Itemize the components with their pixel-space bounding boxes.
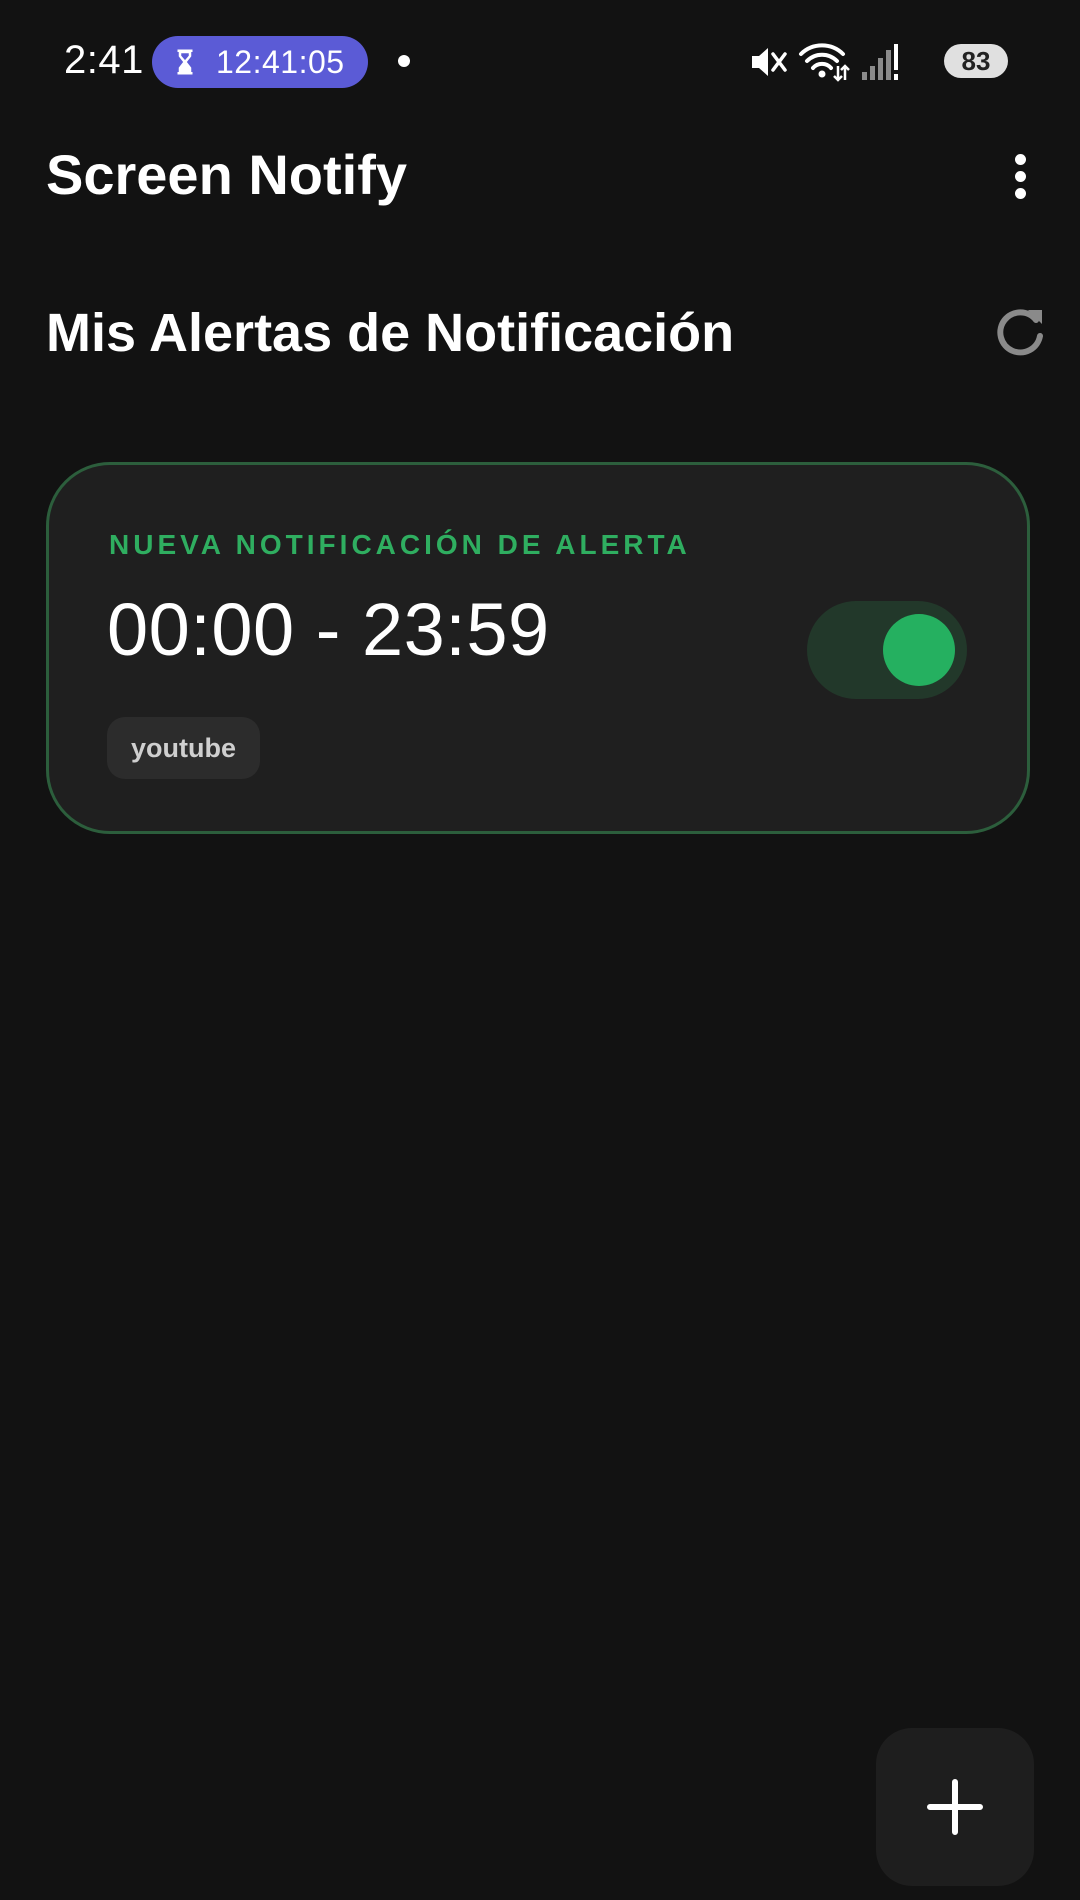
signal-icon	[862, 44, 898, 80]
battery-icon: 83	[944, 44, 1008, 78]
more-vert-icon	[1015, 154, 1026, 165]
more-options-button[interactable]	[996, 146, 1044, 206]
refresh-icon	[997, 309, 1043, 356]
timer-text: 12:41:05	[216, 44, 345, 80]
plus-icon	[927, 1779, 983, 1835]
status-time: 2:41	[64, 38, 144, 82]
alert-time-range: 00:00 - 23:59	[107, 588, 550, 671]
alert-card[interactable]: NUEVA NOTIFICACIÓN DE ALERTA 00:00 - 23:…	[46, 462, 1030, 834]
toggle-knob	[883, 614, 955, 686]
status-bar: 2:41 12:41:05 83	[0, 0, 1080, 124]
app-tag: youtube	[107, 717, 260, 779]
status-icons: 83	[748, 40, 1008, 84]
hourglass-icon	[177, 49, 193, 75]
mute-icon	[752, 48, 787, 76]
section-title: Mis Alertas de Notificación	[46, 303, 735, 363]
add-alert-button[interactable]	[876, 1728, 1034, 1886]
timer-chip[interactable]: 12:41:05	[152, 36, 368, 88]
refresh-button[interactable]	[988, 300, 1052, 364]
app-title: Screen Notify	[46, 143, 407, 206]
alert-label: NUEVA NOTIFICACIÓN DE ALERTA	[109, 529, 691, 560]
wifi-icon	[799, 43, 850, 82]
alert-enable-toggle[interactable]	[807, 601, 967, 699]
notification-dot	[398, 55, 410, 67]
